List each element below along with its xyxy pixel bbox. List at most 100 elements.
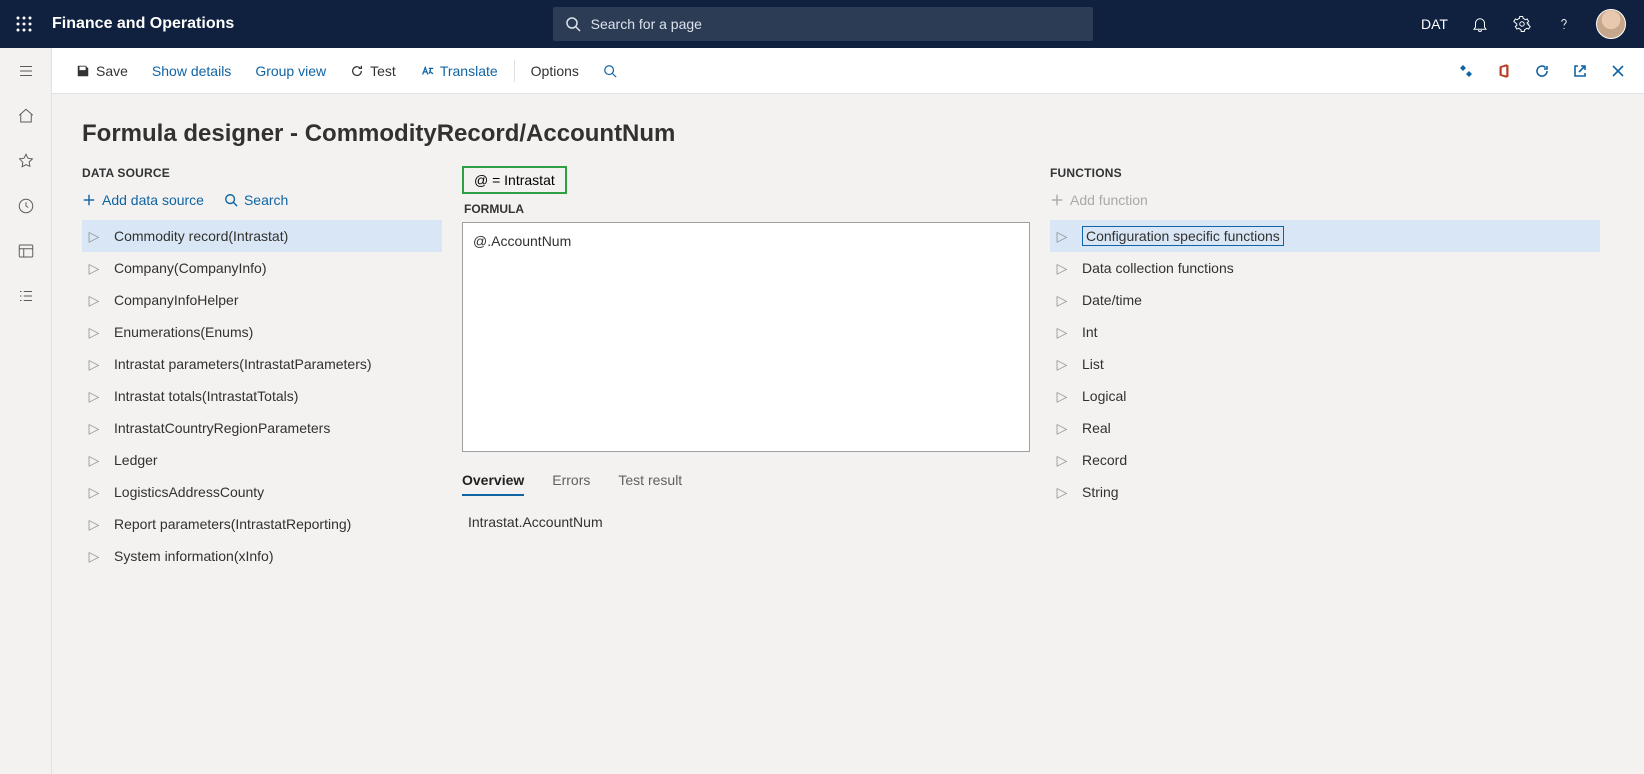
office-button[interactable] <box>1486 48 1522 94</box>
brand-title: Finance and Operations <box>52 15 234 33</box>
save-label: Save <box>96 63 128 79</box>
nav-favorites[interactable] <box>17 152 35 175</box>
clock-icon <box>17 197 35 215</box>
show-details-button[interactable]: Show details <box>140 48 243 93</box>
chevron-right-icon: ▷ <box>88 356 100 373</box>
refresh-page-button[interactable] <box>1524 48 1560 94</box>
function-category-label: List <box>1082 356 1104 372</box>
datasource-item[interactable]: ▷IntrastatCountryRegionParameters <box>82 412 442 444</box>
chevron-right-icon: ▷ <box>88 548 100 565</box>
nav-home[interactable] <box>17 107 35 130</box>
home-icon <box>17 107 35 125</box>
add-function-button[interactable]: Add function <box>1050 192 1148 208</box>
function-category[interactable]: ▷ Int <box>1050 316 1600 348</box>
function-category[interactable]: ▷List <box>1050 348 1600 380</box>
context-indicator: @ = Intrastat <box>462 166 567 194</box>
function-category[interactable]: ▷String <box>1050 476 1600 508</box>
legal-entity-picker[interactable]: DAT <box>1411 16 1458 32</box>
datasource-item-label: Company(CompanyInfo) <box>114 260 267 276</box>
chevron-right-icon: ▷ <box>88 420 100 437</box>
chevron-right-icon: ▷ <box>88 516 100 533</box>
workspace-icon <box>17 242 35 260</box>
function-category[interactable]: ▷ Date/time <box>1050 284 1600 316</box>
overview-text: Intrastat.AccountNum <box>462 514 1030 530</box>
test-label: Test <box>370 63 396 79</box>
nav-workspaces[interactable] <box>17 242 35 265</box>
chevron-right-icon: ▷ <box>1056 292 1068 309</box>
formula-heading: FORMULA <box>464 202 1030 216</box>
left-nav-rail <box>0 48 52 774</box>
function-category-label: Logical <box>1082 388 1126 404</box>
function-category[interactable]: ▷Logical <box>1050 380 1600 412</box>
function-category[interactable]: ▷Configuration specific functions <box>1050 220 1600 252</box>
star-icon <box>17 152 35 170</box>
popout-button[interactable] <box>1562 48 1598 94</box>
question-icon <box>1555 15 1573 33</box>
functions-tree: ▷Configuration specific functions▷Data c… <box>1050 220 1600 508</box>
modules-icon <box>17 287 35 305</box>
global-search[interactable]: Search for a page <box>553 7 1093 41</box>
datasource-item-label: System information(xInfo) <box>114 548 274 564</box>
save-button[interactable]: Save <box>64 48 140 93</box>
options-button[interactable]: Options <box>519 48 591 93</box>
tab-errors[interactable]: Errors <box>552 472 590 496</box>
datasource-item[interactable]: ▷Commodity record(Intrastat) <box>82 220 442 252</box>
datasource-item[interactable]: ▷Company(CompanyInfo) <box>82 252 442 284</box>
plus-icon <box>1050 193 1064 207</box>
datasource-item[interactable]: ▷Intrastat totals(IntrastatTotals) <box>82 380 442 412</box>
waffle-icon <box>16 16 32 32</box>
settings-button[interactable] <box>1502 0 1542 48</box>
chevron-right-icon: ▷ <box>1056 484 1068 501</box>
search-placeholder: Search for a page <box>591 16 702 32</box>
nav-collapse-button[interactable] <box>17 62 35 85</box>
plus-icon <box>82 193 96 207</box>
chevron-right-icon: ▷ <box>1056 324 1068 341</box>
page-search-button[interactable] <box>591 48 629 93</box>
translate-icon <box>420 64 434 78</box>
dynamics-connector-button[interactable] <box>1448 48 1484 94</box>
translate-label: Translate <box>440 63 498 79</box>
function-category[interactable]: ▷Data collection functions <box>1050 252 1600 284</box>
test-button[interactable]: Test <box>338 48 408 93</box>
refresh-icon <box>350 64 364 78</box>
user-avatar[interactable] <box>1596 9 1626 39</box>
translate-button[interactable]: Translate <box>408 48 510 93</box>
chevron-right-icon: ▷ <box>88 484 100 501</box>
tab-overview[interactable]: Overview <box>462 472 524 496</box>
datasource-item[interactable]: ▷Enumerations(Enums) <box>82 316 442 348</box>
tab-test-result[interactable]: Test result <box>618 472 682 496</box>
close-icon <box>1610 63 1626 79</box>
app-launcher-button[interactable] <box>0 16 48 32</box>
formula-tabs: Overview Errors Test result <box>462 472 1030 496</box>
chevron-right-icon: ▷ <box>1056 228 1068 245</box>
function-category-label: Record <box>1082 452 1127 468</box>
nav-recent[interactable] <box>17 197 35 220</box>
refresh-icon <box>1534 63 1550 79</box>
datasource-item[interactable]: ▷ Report parameters(IntrastatReporting) <box>82 508 442 540</box>
datasource-item[interactable]: ▷Intrastat parameters(IntrastatParameter… <box>82 348 442 380</box>
add-datasource-button[interactable]: Add data source <box>82 192 204 208</box>
help-button[interactable] <box>1544 0 1584 48</box>
datasource-item[interactable]: ▷Ledger <box>82 444 442 476</box>
chevron-right-icon: ▷ <box>88 228 100 245</box>
function-category[interactable]: ▷Record <box>1050 444 1600 476</box>
close-button[interactable] <box>1600 48 1636 94</box>
datasource-item[interactable]: ▷CompanyInfoHelper <box>82 284 442 316</box>
chevron-right-icon: ▷ <box>88 452 100 469</box>
nav-modules[interactable] <box>17 287 35 310</box>
search-datasource-button[interactable]: Search <box>224 192 288 208</box>
group-view-button[interactable]: Group view <box>243 48 338 93</box>
function-category-label: Real <box>1082 420 1111 436</box>
datasource-item[interactable]: ▷ System information(xInfo) <box>82 540 442 572</box>
save-icon <box>76 64 90 78</box>
function-category-label: Date/time <box>1082 292 1142 308</box>
chevron-right-icon: ▷ <box>88 388 100 405</box>
datasource-item[interactable]: ▷LogisticsAddressCounty <box>82 476 442 508</box>
chevron-right-icon: ▷ <box>88 324 100 341</box>
notifications-button[interactable] <box>1460 0 1500 48</box>
function-category-label: Int <box>1082 324 1098 340</box>
formula-input[interactable] <box>462 222 1030 452</box>
function-category[interactable]: ▷Real <box>1050 412 1600 444</box>
datasource-item-label: Report parameters(IntrastatReporting) <box>114 516 351 532</box>
search-icon <box>565 16 581 32</box>
